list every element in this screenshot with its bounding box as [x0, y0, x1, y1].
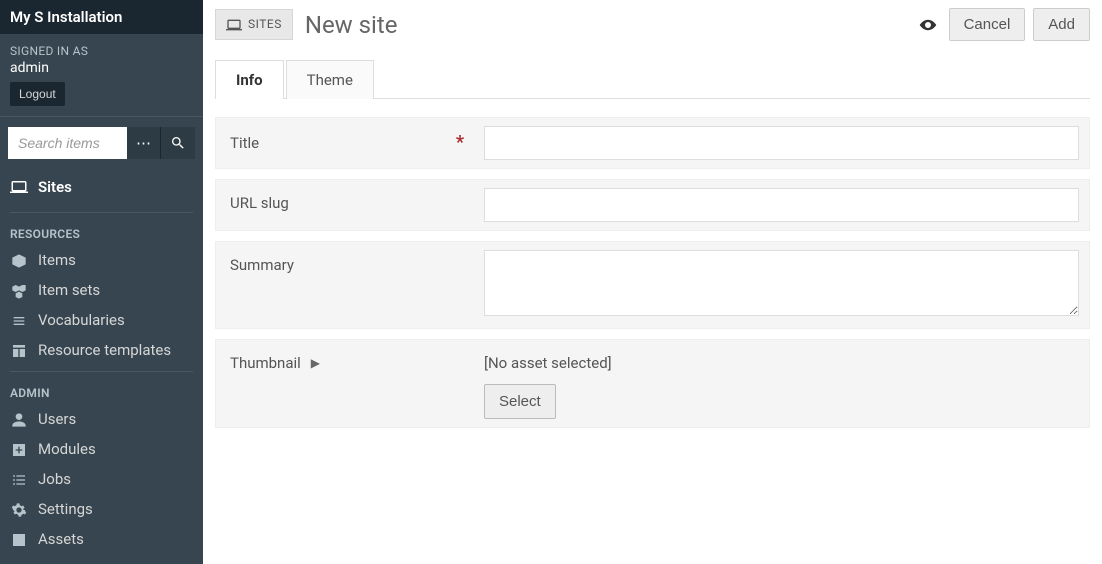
signed-in-label: SIGNED IN AS	[10, 44, 193, 58]
cube-icon	[10, 251, 28, 269]
resources-heading: RESOURCES	[0, 219, 203, 245]
image-icon	[10, 530, 28, 548]
sidebar-item-vocabularies[interactable]: Vocabularies	[0, 305, 203, 335]
logout-button[interactable]: Logout	[10, 82, 65, 106]
sidebar-item-items[interactable]: Items	[0, 245, 203, 275]
caret-right-icon[interactable]: ▶	[311, 356, 320, 370]
thumbnail-label: Thumbnail	[230, 354, 301, 372]
sidebar-item-label: Settings	[38, 500, 93, 518]
template-icon	[10, 341, 28, 359]
sidebar-item-label: Vocabularies	[38, 311, 125, 329]
sidebar-item-item-sets[interactable]: Item sets	[0, 275, 203, 305]
sidebar-item-label: Resource templates	[38, 341, 171, 359]
tab-info[interactable]: Info	[215, 60, 284, 99]
gears-icon	[10, 500, 28, 518]
search-icon	[170, 135, 186, 151]
sidebar-item-label: Items	[38, 251, 76, 269]
nav-divider	[10, 371, 193, 372]
sidebar-item-sites[interactable]: Sites	[0, 169, 203, 206]
list-icon	[10, 470, 28, 488]
sidebar-item-label: Sites	[38, 178, 72, 196]
sidebar-item-assets[interactable]: Assets	[0, 524, 203, 554]
select-asset-button[interactable]: Select	[484, 384, 556, 419]
sidebar-item-settings[interactable]: Settings	[0, 494, 203, 524]
tab-theme[interactable]: Theme	[286, 60, 374, 99]
sidebar-item-users[interactable]: Users	[0, 404, 203, 434]
laptop-icon	[226, 16, 242, 32]
breadcrumb-sites[interactable]: SITES	[215, 9, 293, 39]
add-button[interactable]: Add	[1033, 8, 1090, 41]
eye-icon	[919, 16, 937, 34]
current-user[interactable]: admin	[10, 60, 193, 76]
sidebar-item-label: Users	[38, 410, 76, 428]
visibility-toggle[interactable]	[915, 10, 941, 39]
book-icon	[10, 311, 28, 329]
search-button[interactable]	[161, 127, 195, 159]
admin-heading: ADMIN	[0, 378, 203, 404]
cubes-icon	[10, 281, 28, 299]
sidebar-item-jobs[interactable]: Jobs	[0, 464, 203, 494]
url-slug-label: URL slug	[230, 194, 289, 212]
required-marker: *	[456, 132, 464, 153]
nav-divider	[10, 212, 193, 213]
cancel-button[interactable]: Cancel	[949, 8, 1026, 41]
sidebar-item-resource-templates[interactable]: Resource templates	[0, 335, 203, 365]
ellipsis-icon: ⋯	[136, 134, 151, 152]
plus-square-icon	[10, 440, 28, 458]
title-label: Title	[230, 134, 259, 152]
installation-title[interactable]: My S Installation	[0, 0, 203, 34]
sidebar-item-label: Assets	[38, 530, 84, 548]
search-input[interactable]	[8, 127, 127, 159]
sidebar-item-modules[interactable]: Modules	[0, 434, 203, 464]
breadcrumb-label: SITES	[248, 17, 282, 31]
summary-textarea[interactable]	[484, 250, 1079, 316]
url-slug-input[interactable]	[484, 188, 1079, 222]
summary-label: Summary	[230, 256, 294, 274]
sidebar-item-label: Jobs	[38, 470, 71, 488]
user-icon	[10, 410, 28, 428]
thumbnail-status: [No asset selected]	[484, 354, 1079, 372]
sidebar-item-label: Item sets	[38, 281, 100, 299]
page-title: New site	[305, 11, 903, 39]
title-input[interactable]	[484, 126, 1079, 160]
search-advanced-button[interactable]: ⋯	[127, 127, 161, 159]
laptop-icon	[10, 177, 28, 196]
sidebar-item-label: Modules	[38, 440, 96, 458]
